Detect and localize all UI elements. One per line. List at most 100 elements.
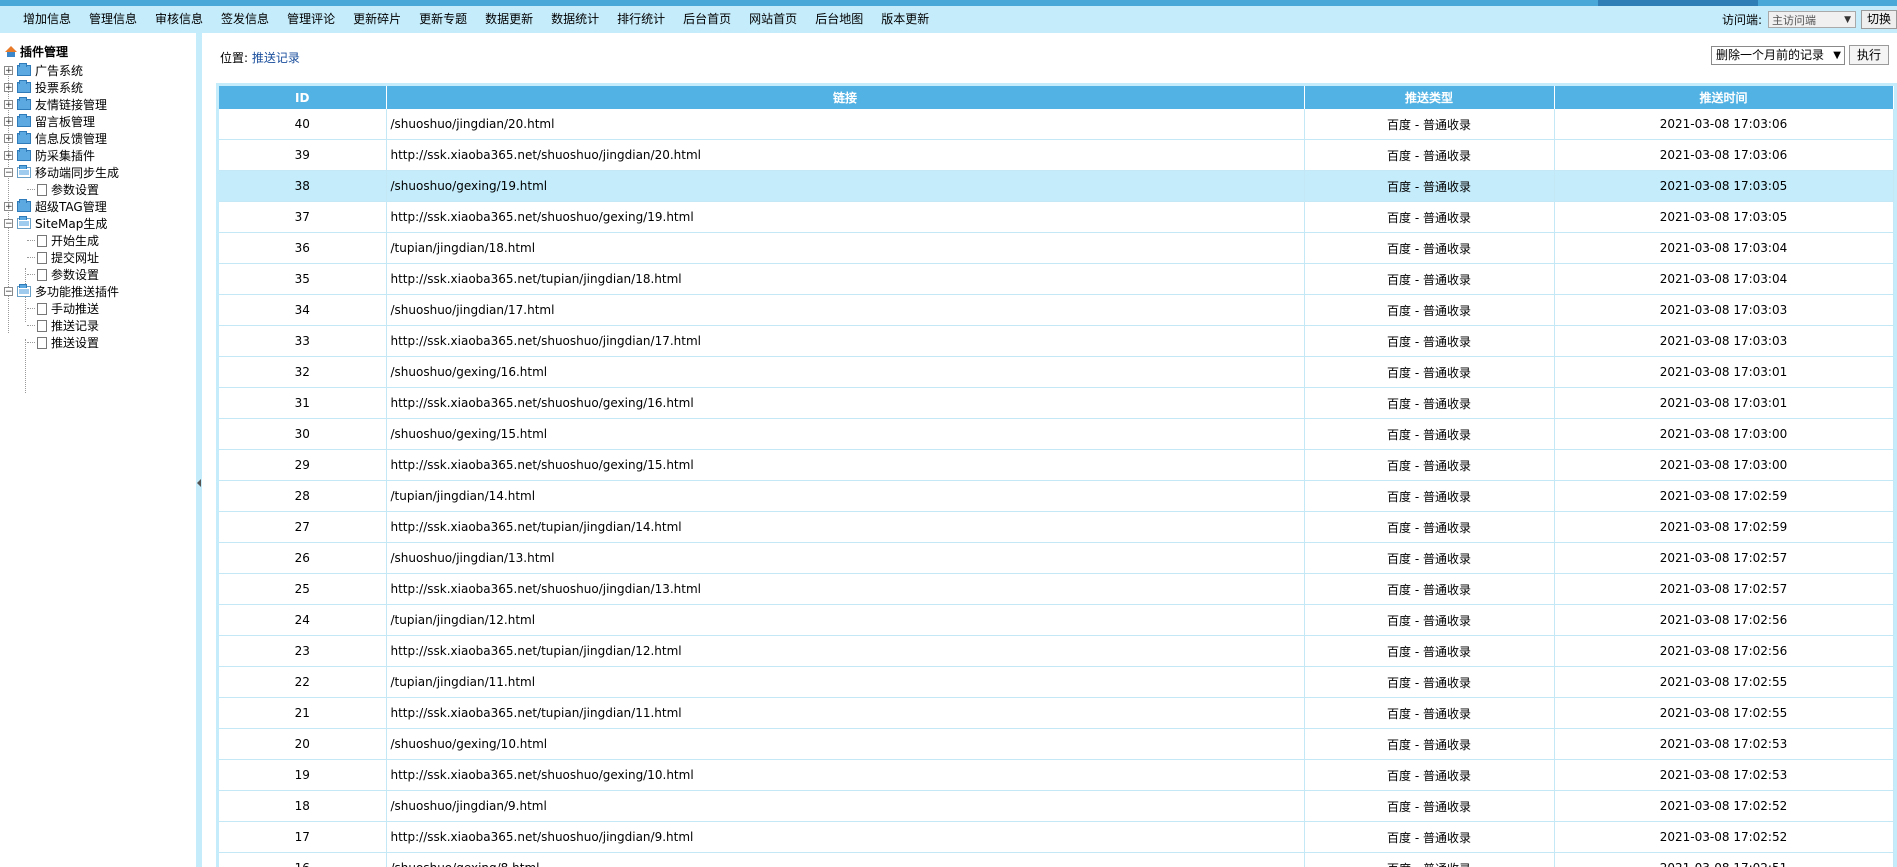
expand-plus-icon[interactable]: + [4,83,13,93]
table-row[interactable]: 34/shuoshuo/jingdian/17.html 百度 - 普通收录 202… [219,294,1894,326]
table-row[interactable]: 40/shuoshuo/jingdian/20.html 百度 - 普通收录 202… [219,109,1894,140]
tree-node-label: 推送设置 [51,336,100,350]
execute-button[interactable]: 执行 [1849,45,1889,65]
topnav-manage-comments[interactable]: 管理评论 [278,6,344,33]
tree-node-push-settings[interactable]: 推送设置 [0,334,119,351]
topnav-data-stats[interactable]: 数据统计 [542,6,608,33]
table-row[interactable]: 18/shuoshuo/jingdian/9.html 百度 - 普通收录 2021… [219,790,1894,822]
table-row[interactable]: 27 http://ssk.xiaoba365.net/tupian/jingdi… [219,511,1894,543]
plugin-home-icon [5,46,17,57]
topnav-update-topics[interactable]: 更新专题 [410,6,476,33]
topnav-version-update[interactable]: 版本更新 [872,6,938,33]
expand-plus-icon[interactable]: + [4,134,13,144]
expand-plus-icon[interactable]: + [4,66,13,76]
cell-id: 36 [219,232,387,264]
tree-node-push-records[interactable]: 推送记录 [0,317,119,334]
cell-id: 37 [219,201,387,233]
expand-plus-icon[interactable]: + [4,100,13,110]
table-row[interactable]: 23 http://ssk.xiaoba365.net/tupian/jingdi… [219,635,1894,667]
tree-node-friend-links[interactable]: + 友情链接管理 [0,96,119,113]
tree-node-manual-push[interactable]: 手动推送 [0,300,119,317]
table-row[interactable]: 33 http://ssk.xiaoba365.net/shuoshuo/jing… [219,325,1894,357]
delete-range-select[interactable]: 删除一个月前的记录 ▼ [1711,45,1845,65]
col-header-push-time[interactable]: 推送时间 [1554,86,1894,109]
table-row[interactable]: 26/shuoshuo/jingdian/13.html 百度 - 普通收录 202… [219,542,1894,574]
expand-plus-icon[interactable]: + [4,202,13,212]
tree-node-multi-push[interactable]: − 多功能推送插件 [0,283,119,300]
topnav-manage-info[interactable]: 管理信息 [80,6,146,33]
table-row[interactable]: 21 http://ssk.xiaoba365.net/tupian/jingdi… [219,697,1894,729]
table-row[interactable]: 32/shuoshuo/gexing/16.html 百度 - 普通收录 2021-… [219,356,1894,388]
topnav-admin-home[interactable]: 后台首页 [674,6,740,33]
tree-node-anti-scrape[interactable]: + 防采集插件 [0,147,119,164]
topnav-ranking-stats[interactable]: 排行统计 [608,6,674,33]
topnav-admin-map[interactable]: 后台地图 [806,6,872,33]
breadcrumb-link-push-records[interactable]: 推送记录 [252,51,300,65]
table-row[interactable]: 38/shuoshuo/gexing/19.html 百度 - 普通收录 2021-… [219,170,1894,202]
tree-node-super-tag[interactable]: + 超级TAG管理 [0,198,119,215]
tree-connector [27,308,35,309]
collapse-minus-icon[interactable]: − [4,168,13,178]
expand-plus-icon[interactable]: + [4,151,13,161]
expand-plus-icon[interactable]: + [4,117,13,127]
tree-node-label: 多功能推送插件 [35,285,120,299]
topnav-site-home[interactable]: 网站首页 [740,6,806,33]
tree-root[interactable]: 插件管理 [4,43,68,60]
tree-node-sitemap[interactable]: − SiteMap生成 [0,215,119,232]
table-row[interactable]: 36/tupian/jingdian/18.html 百度 - 普通收录 2021-… [219,232,1894,264]
collapse-left-icon[interactable] [197,479,201,487]
collapse-minus-icon[interactable]: − [4,287,13,297]
cell-id: 17 [219,821,387,853]
tree-node-guestbook[interactable]: + 留言板管理 [0,113,119,130]
table-row[interactable]: 22/tupian/jingdian/11.html 百度 - 普通收录 2021-… [219,666,1894,698]
tree-node-feedback[interactable]: + 信息反馈管理 [0,130,119,147]
cell-link: /shuoshuo/jingdian/17.html [386,294,1305,326]
table-row[interactable]: 31 http://ssk.xiaoba365.net/shuoshuo/gexi… [219,387,1894,419]
switch-button[interactable]: 切换 [1861,10,1897,29]
tree-node-mobile-params[interactable]: 参数设置 [0,181,119,198]
collapse-minus-icon[interactable]: − [4,219,13,229]
tree-node-start-generate[interactable]: 开始生成 [0,232,119,249]
bulk-actions: 删除一个月前的记录 ▼ 执行 [1711,45,1897,65]
cell-link: /shuoshuo/jingdian/9.html [386,790,1305,822]
topnav-update-fragments[interactable]: 更新碎片 [344,6,410,33]
col-header-id[interactable]: ID [219,86,387,109]
table-row[interactable]: 35 http://ssk.xiaoba365.net/tupian/jingdi… [219,263,1894,295]
table-row[interactable]: 30/shuoshuo/gexing/15.html 百度 - 普通收录 2021-… [219,418,1894,450]
col-header-push-type[interactable]: 推送类型 [1304,86,1555,109]
cell-push-time: 2021-03-08 17:03:04 [1554,263,1894,295]
table-row[interactable]: 19 http://ssk.xiaoba365.net/shuoshuo/gexi… [219,759,1894,791]
col-header-link[interactable]: 链接 [386,86,1305,109]
tree-node-vote-system[interactable]: + 投票系统 [0,79,119,96]
tree-root-label: 插件管理 [20,45,69,59]
cell-push-time: 2021-03-08 17:03:01 [1554,356,1894,388]
tree-node-submit-url[interactable]: 提交网址 [0,249,119,266]
table-row[interactable]: 25 http://ssk.xiaoba365.net/shuoshuo/jing… [219,573,1894,605]
access-end-select[interactable]: 主访问端 ▼ [1768,11,1856,28]
tree-node-label: 推送记录 [51,319,100,333]
tree-node-sitemap-params[interactable]: 参数设置 [0,266,119,283]
tree-node-mobile-sync[interactable]: − 移动端同步生成 [0,164,119,181]
table-row[interactable]: 29 http://ssk.xiaoba365.net/shuoshuo/gexi… [219,449,1894,481]
tree-node-label: 开始生成 [51,234,100,248]
tree-node-label: 提交网址 [51,251,100,265]
table-row[interactable]: 17 http://ssk.xiaoba365.net/shuoshuo/jing… [219,821,1894,853]
table-body: 40/shuoshuo/jingdian/20.html 百度 - 普通收录 202… [219,109,1894,867]
table-row[interactable]: 37 http://ssk.xiaoba365.net/shuoshuo/gexi… [219,201,1894,233]
topnav-data-update[interactable]: 数据更新 [476,6,542,33]
tree-node-ad-system[interactable]: + 广告系统 [0,62,119,79]
topnav-review-info[interactable]: 审核信息 [146,6,212,33]
plugin-tree: + 广告系统 + 投票系统 + 友情链接管理 + 留言板管理 + 信息反馈管理 + 防采集插… [0,62,119,351]
cell-push-time: 2021-03-08 17:02:55 [1554,666,1894,698]
table-row[interactable]: 28/tupian/jingdian/14.html 百度 - 普通收录 2021-… [219,480,1894,512]
table-row[interactable]: 24/tupian/jingdian/12.html 百度 - 普通收录 2021-… [219,604,1894,636]
table-row[interactable]: 16/shuoshuo/gexing/8.html百度 - 普通收录2021-0… [219,852,1894,867]
cell-push-type: 百度 - 普通收录 [1304,263,1555,295]
topnav-sign-info[interactable]: 签发信息 [212,6,278,33]
topnav-add-info[interactable]: 增加信息 [14,6,80,33]
table-row[interactable]: 20/shuoshuo/gexing/10.html 百度 - 普通收录 2021-… [219,728,1894,760]
table-header-row: ID 链接 推送类型 推送时间 [219,86,1894,109]
document-icon [37,268,47,281]
table-row[interactable]: 39 http://ssk.xiaoba365.net/shuoshuo/jing… [219,139,1894,171]
cell-id: 19 [219,759,387,791]
